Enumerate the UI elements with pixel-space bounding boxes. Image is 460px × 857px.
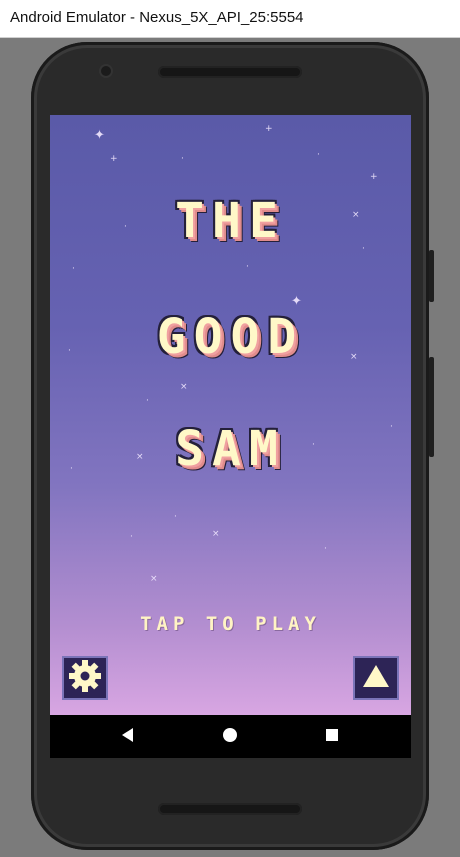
star: ·: [72, 264, 75, 274]
front-camera: [101, 66, 111, 76]
star: ✦: [291, 294, 302, 309]
window-title: Android Emulator - Nexus_5X_API_25:5554: [10, 9, 304, 26]
device-screen[interactable]: ✦ + · + + × · · · · ✦ × × · × · · · · × …: [50, 115, 411, 758]
back-triangle-icon: [120, 727, 136, 747]
star: ·: [174, 512, 177, 522]
game-title-line-3: SAM: [175, 421, 286, 477]
star: +: [370, 172, 378, 182]
star: ×: [180, 382, 188, 392]
nav-home-button[interactable]: [200, 715, 260, 758]
android-navigation-bar: [50, 715, 411, 758]
game-title-line-2: GOOD: [156, 309, 305, 365]
leaderboard-button[interactable]: [353, 656, 399, 700]
star: ·: [130, 532, 133, 542]
gear-icon: [67, 658, 103, 698]
tap-to-play-prompt[interactable]: TAP TO PLAY: [50, 613, 411, 635]
volume-button[interactable]: [429, 250, 434, 302]
game-background[interactable]: ✦ + · + + × · · · · ✦ × × · × · · · · × …: [50, 115, 411, 715]
star: +: [110, 154, 118, 164]
star: ×: [150, 574, 158, 584]
star: ·: [246, 262, 249, 272]
bottom-speaker: [158, 803, 302, 815]
power-button[interactable]: [429, 357, 434, 457]
star: ✦: [94, 128, 105, 143]
star: ×: [212, 529, 220, 539]
star: ·: [181, 154, 184, 164]
star: ·: [324, 544, 327, 554]
star: ·: [146, 396, 149, 406]
window-titlebar: Android Emulator - Nexus_5X_API_25:5554: [0, 0, 460, 38]
top-speaker: [158, 66, 302, 78]
settings-button[interactable]: [62, 656, 108, 700]
recents-square-icon: [325, 727, 339, 746]
game-title-line-1: THE: [175, 193, 286, 249]
star: ·: [317, 150, 320, 160]
triangle-up-icon: [361, 663, 391, 693]
star: +: [265, 124, 273, 134]
nav-recents-button[interactable]: [302, 715, 362, 758]
home-circle-icon: [222, 727, 238, 747]
nav-back-button[interactable]: [98, 715, 158, 758]
